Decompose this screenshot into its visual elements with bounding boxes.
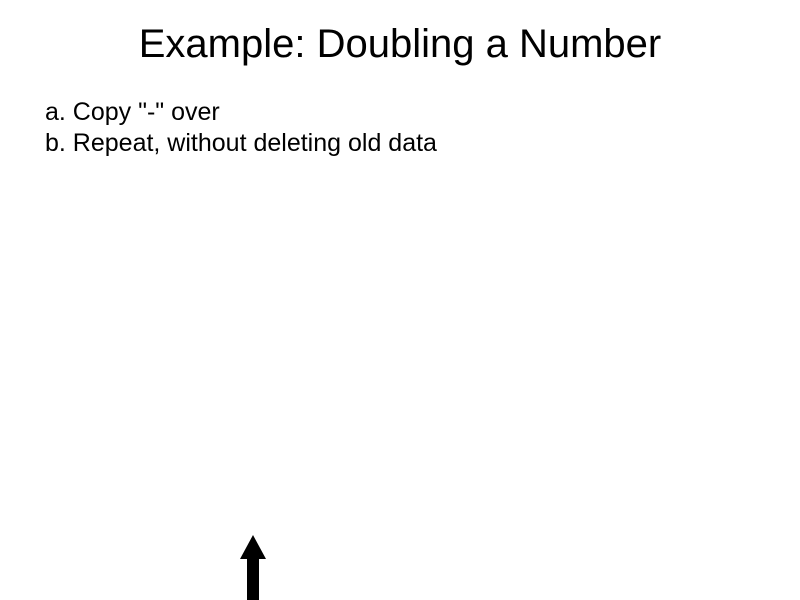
slide-title: Example: Doubling a Number (0, 0, 800, 77)
list-item-text: Repeat, without deleting old data (73, 128, 437, 159)
list-item: b. Repeat, without deleting old data (45, 128, 800, 159)
list-item-marker: a. (45, 97, 73, 128)
up-arrow-icon (238, 535, 268, 600)
list-item-marker: b. (45, 128, 73, 159)
list-item-text: Copy "-" over (73, 97, 220, 128)
list-item: a. Copy "-" over (45, 97, 800, 128)
slide-body: a. Copy "-" over b. Repeat, without dele… (0, 77, 800, 160)
